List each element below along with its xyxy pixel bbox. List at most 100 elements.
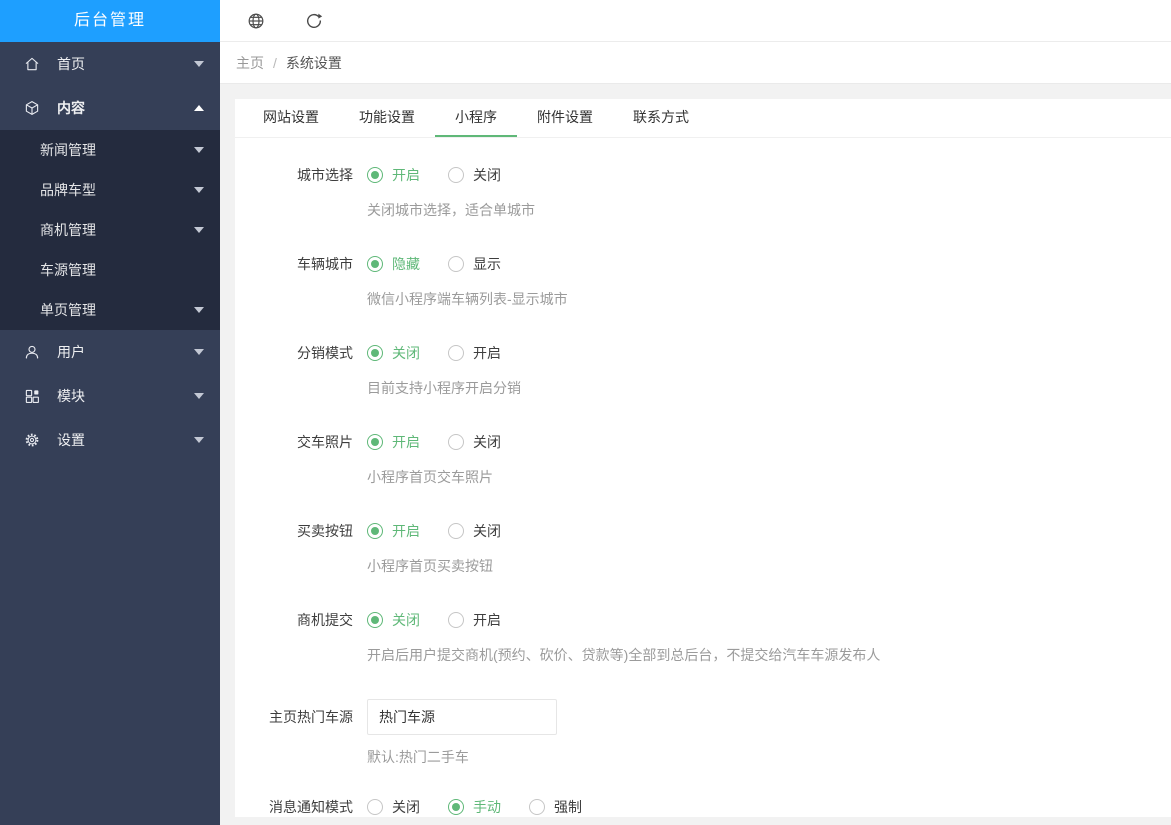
radio-icon[interactable]: [448, 345, 464, 361]
form-item-city-select: 城市选择 开启 关闭 关闭城市选择，适合单城市: [235, 165, 1171, 220]
form-item-label: 城市选择: [235, 165, 367, 220]
radio-icon[interactable]: [448, 799, 464, 815]
sidebar-item-label: 设置: [57, 430, 194, 450]
form-item-message-notify-mode: 消息通知模式 关闭 手动: [235, 797, 1171, 817]
sidebar-item-label: 模块: [57, 386, 194, 406]
sidebar-item-content[interactable]: 内容: [0, 86, 220, 130]
form-item-label: 商机提交: [235, 610, 367, 665]
radio-option[interactable]: 开启: [367, 521, 420, 541]
sidebar-item-home[interactable]: 首页: [0, 42, 220, 86]
form-item-label: 分销模式: [235, 343, 367, 398]
radio-icon[interactable]: [367, 612, 383, 628]
tab-attachment-settings[interactable]: 附件设置: [517, 99, 613, 137]
radio-option[interactable]: 强制: [529, 797, 582, 817]
form-item-hint: 关闭城市选择，适合单城市: [367, 200, 535, 220]
chevron-down-icon: [194, 61, 204, 67]
tab-website-settings[interactable]: 网站设置: [243, 99, 339, 137]
sidebar-item-brand-models[interactable]: 品牌车型: [0, 170, 220, 210]
radio-icon[interactable]: [448, 523, 464, 539]
content-submenu: 新闻管理 品牌车型 商机管理 车源管理 单页管理: [0, 130, 220, 330]
radio-option-label: 开启: [392, 165, 420, 185]
form-item-vehicle-city: 车辆城市 隐藏 显示 微信小程序端车辆列表-显示城: [235, 254, 1171, 309]
radio-option[interactable]: 关闭: [448, 165, 501, 185]
form-item-label: 主页热门车源: [235, 699, 367, 767]
submenu-item-label: 单页管理: [40, 300, 194, 320]
radio-option[interactable]: 关闭: [367, 343, 420, 363]
sidebar-item-label: 首页: [57, 54, 194, 74]
cube-icon: [23, 99, 41, 117]
tab-mini-program[interactable]: 小程序: [435, 99, 517, 137]
breadcrumb-separator: /: [273, 55, 277, 71]
radio-icon[interactable]: [448, 434, 464, 450]
radio-option-label: 关闭: [473, 165, 501, 185]
sidebar-item-leads-management[interactable]: 商机管理: [0, 210, 220, 250]
radio-option[interactable]: 关闭: [367, 610, 420, 630]
form-item-hint: 目前支持小程序开启分销: [367, 378, 529, 398]
chevron-down-icon: [194, 307, 204, 313]
sidebar-item-settings[interactable]: 设置: [0, 418, 220, 462]
radio-icon[interactable]: [367, 345, 383, 361]
radio-option[interactable]: 关闭: [448, 432, 501, 452]
refresh-icon[interactable]: [304, 11, 324, 31]
settings-tabs: 网站设置 功能设置 小程序 附件设置 联系方式: [235, 99, 1171, 138]
form-item-field: 默认:热门二手车: [367, 699, 557, 767]
radio-option[interactable]: 开启: [448, 343, 501, 363]
form-item-delivery-photos: 交车照片 开启 关闭 小程序首页交车照片: [235, 432, 1171, 487]
radio-option-label: 显示: [473, 254, 501, 274]
radio-icon[interactable]: [367, 523, 383, 539]
form-item-hint: 小程序首页买卖按钮: [367, 556, 529, 576]
radio-option[interactable]: 手动: [448, 797, 501, 817]
form-item-distribution-mode: 分销模式 关闭 开启 目前支持小程序开启分销: [235, 343, 1171, 398]
chevron-up-icon: [194, 105, 204, 111]
blocks-icon: [23, 387, 41, 405]
sidebar-item-modules[interactable]: 模块: [0, 374, 220, 418]
form-item-label: 交车照片: [235, 432, 367, 487]
radio-icon[interactable]: [448, 167, 464, 183]
chevron-down-icon: [194, 437, 204, 443]
hot-cars-title-input[interactable]: [367, 699, 557, 735]
tab-contact-info[interactable]: 联系方式: [613, 99, 709, 137]
radio-option[interactable]: 关闭: [448, 521, 501, 541]
radio-icon[interactable]: [367, 434, 383, 450]
sidebar-item-label: 内容: [57, 98, 194, 118]
globe-icon[interactable]: [246, 11, 266, 31]
form-item-label: 消息通知模式: [235, 797, 367, 817]
radio-option[interactable]: 关闭: [367, 797, 420, 817]
topbar: [220, 0, 1171, 42]
radio-icon[interactable]: [529, 799, 545, 815]
radio-option[interactable]: 显示: [448, 254, 501, 274]
sidebar-item-label: 用户: [57, 342, 194, 362]
radio-option[interactable]: 开启: [367, 165, 420, 185]
radio-option[interactable]: 隐藏: [367, 254, 420, 274]
sidebar-item-users[interactable]: 用户: [0, 330, 220, 374]
radio-icon[interactable]: [448, 256, 464, 272]
radio-option-label: 关闭: [473, 521, 501, 541]
app-title: 后台管理: [0, 0, 220, 42]
sidebar-item-car-source-management[interactable]: 车源管理: [0, 250, 220, 290]
breadcrumb: 主页 / 系统设置: [220, 42, 1171, 84]
form-item-hint: 微信小程序端车辆列表-显示城市: [367, 289, 568, 309]
sidebar-item-news-management[interactable]: 新闻管理: [0, 130, 220, 170]
gear-icon: [23, 431, 41, 449]
radio-icon[interactable]: [367, 167, 383, 183]
form-item-field: 关闭 开启 开启后用户提交商机(预约、砍价、贷款等)全部到总后台，不提交给汽车车…: [367, 610, 880, 665]
form-item-label: 买卖按钮: [235, 521, 367, 576]
settings-form: 城市选择 开启 关闭 关闭城市选择，适合单城市: [235, 138, 1171, 817]
radio-option[interactable]: 开启: [448, 610, 501, 630]
submenu-item-label: 车源管理: [40, 260, 204, 280]
form-item-label: 车辆城市: [235, 254, 367, 309]
home-icon: [23, 55, 41, 73]
main-area: 主页 / 系统设置 网站设置 功能设置 小程序 附件设置 联系方式 城市选择: [220, 0, 1171, 825]
radio-icon[interactable]: [367, 256, 383, 272]
form-item-field: 关闭 开启 目前支持小程序开启分销: [367, 343, 529, 398]
breadcrumb-home-link[interactable]: 主页: [236, 53, 264, 73]
radio-icon[interactable]: [448, 612, 464, 628]
radio-option[interactable]: 开启: [367, 432, 420, 452]
form-item-hint: 开启后用户提交商机(预约、砍价、贷款等)全部到总后台，不提交给汽车车源发布人: [367, 645, 880, 665]
radio-option-label: 开启: [473, 343, 501, 363]
tab-function-settings[interactable]: 功能设置: [339, 99, 435, 137]
sidebar-item-single-page-management[interactable]: 单页管理: [0, 290, 220, 330]
form-item-home-hot-cars: 主页热门车源 默认:热门二手车: [235, 699, 1171, 767]
radio-icon[interactable]: [367, 799, 383, 815]
form-item-hint: 小程序首页交车照片: [367, 467, 529, 487]
